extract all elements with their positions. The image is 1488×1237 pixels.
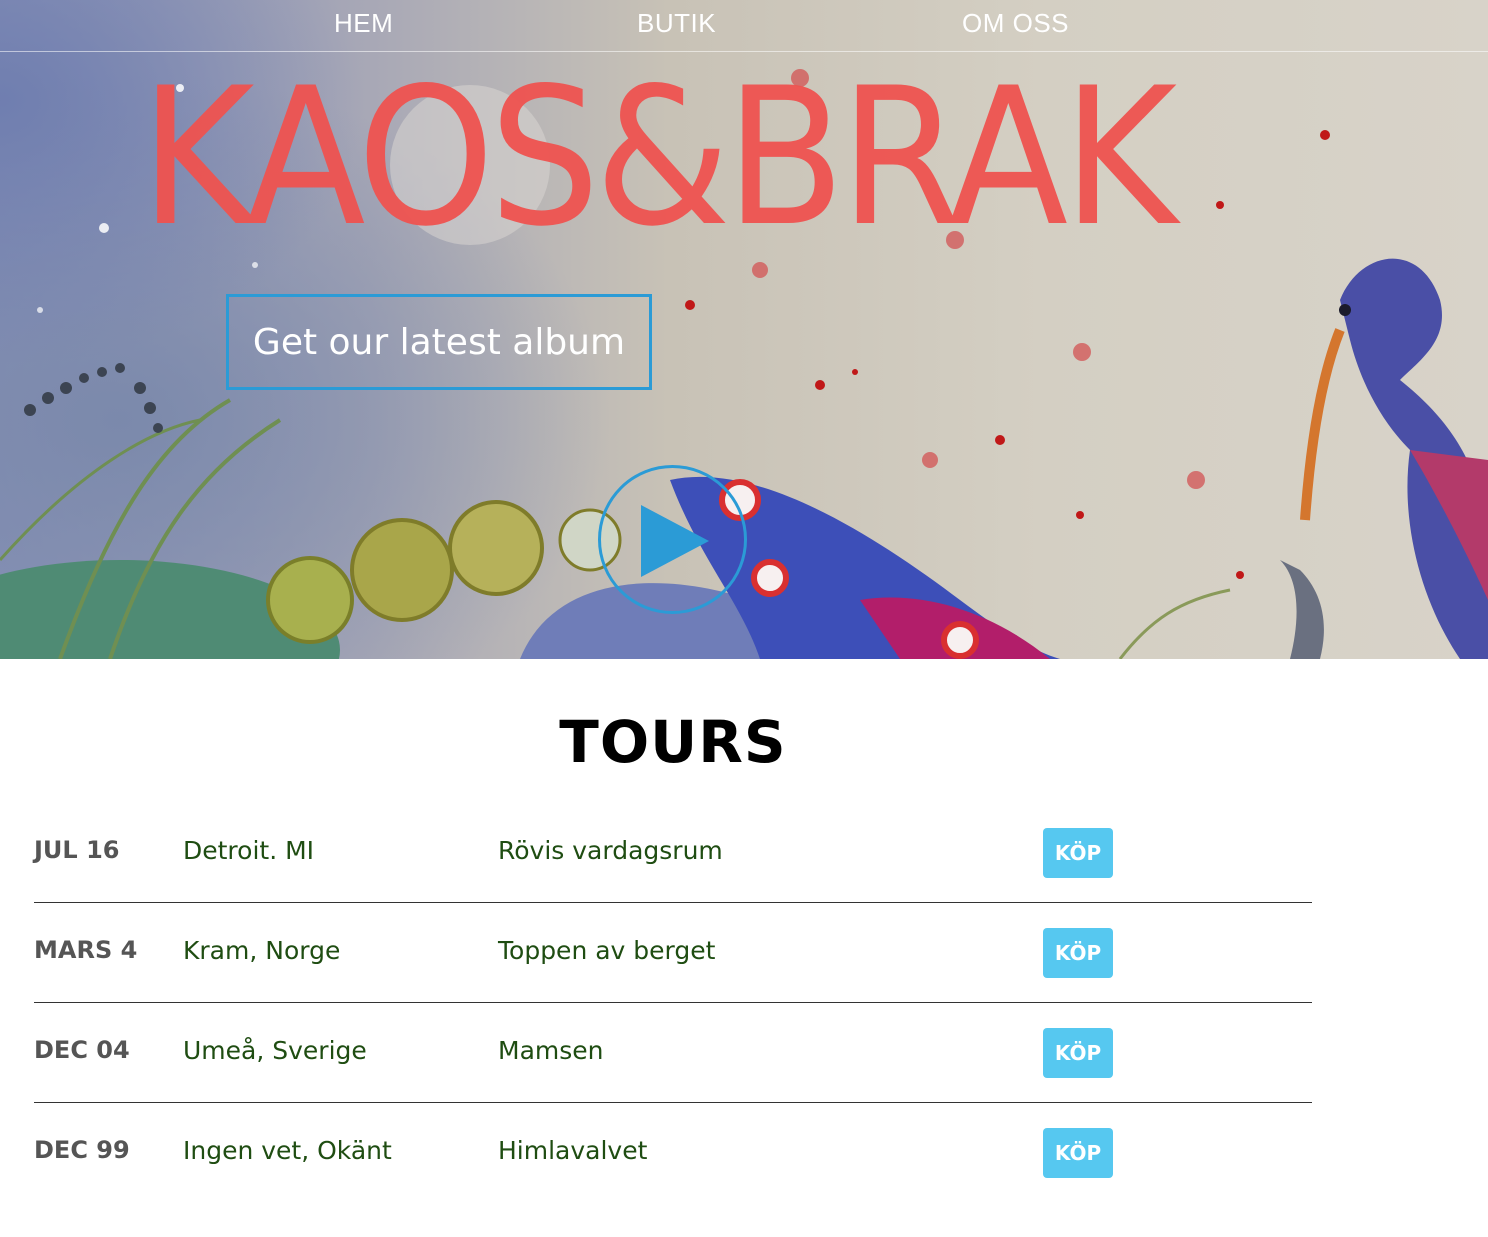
tour-venue: Toppen av berget: [498, 936, 716, 965]
tour-row: DEC 99 Ingen vet, Okänt Himlavalvet KÖP: [34, 1103, 1312, 1203]
top-navigation: HEM BUTIK OM OSS: [0, 0, 1488, 52]
tour-row: DEC 04 Umeå, Sverige Mamsen KÖP: [34, 1003, 1312, 1103]
buy-ticket-button[interactable]: KÖP: [1043, 1128, 1113, 1178]
tour-list: JUL 16 Detroit. MI Rövis vardagsrum KÖP …: [34, 803, 1312, 1203]
latest-album-button[interactable]: Get our latest album: [226, 294, 652, 390]
tour-date: DEC 99: [34, 1136, 130, 1164]
tour-venue: Mamsen: [498, 1036, 604, 1065]
tour-venue: Rövis vardagsrum: [498, 836, 723, 865]
tour-date: MARS 4: [34, 936, 138, 964]
buy-ticket-button[interactable]: KÖP: [1043, 928, 1113, 978]
tour-city: Ingen vet, Okänt: [183, 1136, 392, 1165]
play-button[interactable]: [598, 465, 747, 614]
tour-row: MARS 4 Kram, Norge Toppen av berget KÖP: [34, 903, 1312, 1003]
hero-banner: HEM BUTIK OM OSS KAOS&BRAK Get our lates…: [0, 0, 1488, 659]
band-logo-title: KAOS&BRAK: [140, 47, 1177, 268]
tour-city: Kram, Norge: [183, 936, 341, 965]
nav-item-hem[interactable]: HEM: [334, 8, 393, 39]
nav-item-om-oss[interactable]: OM OSS: [962, 8, 1069, 39]
tour-city: Detroit. MI: [183, 836, 315, 865]
buy-ticket-button[interactable]: KÖP: [1043, 1028, 1113, 1078]
tour-date: JUL 16: [34, 836, 120, 864]
tour-row: JUL 16 Detroit. MI Rövis vardagsrum KÖP: [34, 803, 1312, 903]
tour-venue: Himlavalvet: [498, 1136, 648, 1165]
nav-item-butik[interactable]: BUTIK: [637, 8, 716, 39]
tour-city: Umeå, Sverige: [183, 1036, 367, 1065]
tour-date: DEC 04: [34, 1036, 130, 1064]
tours-heading: TOURS: [559, 708, 787, 776]
buy-ticket-button[interactable]: KÖP: [1043, 828, 1113, 878]
play-icon: [641, 505, 709, 577]
